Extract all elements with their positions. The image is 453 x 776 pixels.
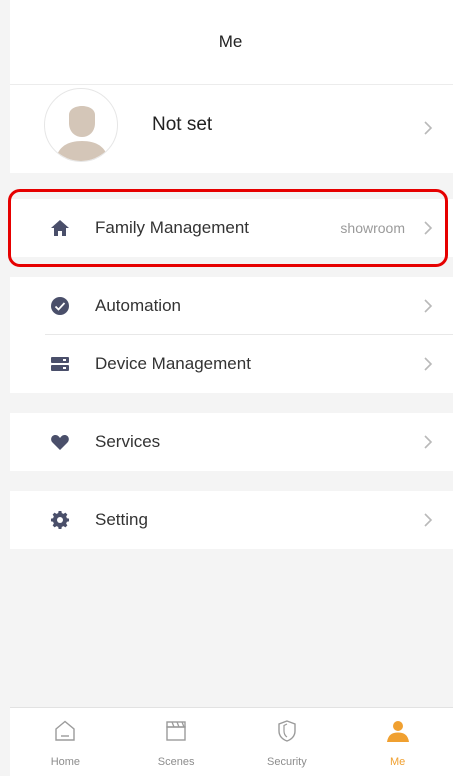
automation-label: Automation bbox=[95, 296, 181, 315]
person-icon bbox=[386, 719, 410, 743]
heart-icon bbox=[50, 432, 70, 452]
me-screen: Me Not set Family Management showroom Au… bbox=[0, 0, 453, 776]
device-icon bbox=[50, 354, 70, 374]
home-outline-icon bbox=[53, 719, 77, 743]
clapperboard-icon bbox=[164, 719, 188, 743]
setting-label: Setting bbox=[95, 510, 148, 529]
tab-label: Me bbox=[389, 756, 406, 768]
services-label: Services bbox=[95, 432, 161, 451]
tab-scenes[interactable]: Scenes bbox=[121, 708, 232, 776]
family-management-row[interactable]: Family Management showroom bbox=[10, 199, 453, 257]
automation-row[interactable]: Automation bbox=[10, 277, 453, 335]
tab-security[interactable]: Security bbox=[232, 708, 343, 776]
device-management-row[interactable]: Device Management bbox=[10, 335, 453, 393]
gear-icon bbox=[50, 510, 70, 530]
device-management-label: Device Management bbox=[95, 354, 251, 373]
chevron-right-icon bbox=[423, 434, 433, 450]
family-name-value: showroom bbox=[340, 220, 405, 236]
tab-label: Security bbox=[267, 756, 307, 768]
home-icon bbox=[50, 218, 70, 238]
avatar-placeholder-icon bbox=[55, 106, 109, 161]
profile-row[interactable]: Not set bbox=[10, 85, 453, 173]
tab-label: Scenes bbox=[157, 756, 195, 768]
family-management-label: Family Management bbox=[95, 218, 250, 237]
chevron-right-icon bbox=[423, 512, 433, 528]
shield-icon bbox=[275, 719, 299, 743]
page-header: Me bbox=[10, 0, 453, 85]
chevron-right-icon bbox=[423, 220, 433, 236]
chevron-right-icon bbox=[423, 298, 433, 314]
bottom-tab-bar: Home Scenes Security Me bbox=[10, 707, 453, 776]
services-row[interactable]: Services bbox=[10, 413, 453, 471]
tab-home[interactable]: Home bbox=[10, 708, 121, 776]
chevron-right-icon bbox=[423, 120, 433, 136]
chevron-right-icon bbox=[423, 356, 433, 372]
tab-me[interactable]: Me bbox=[342, 708, 453, 776]
avatar[interactable] bbox=[44, 88, 118, 162]
tab-label: Home bbox=[50, 756, 81, 768]
page-title: Me bbox=[218, 32, 243, 51]
profile-name: Not set bbox=[152, 114, 213, 135]
setting-row[interactable]: Setting bbox=[10, 491, 453, 549]
automation-icon bbox=[50, 296, 70, 316]
